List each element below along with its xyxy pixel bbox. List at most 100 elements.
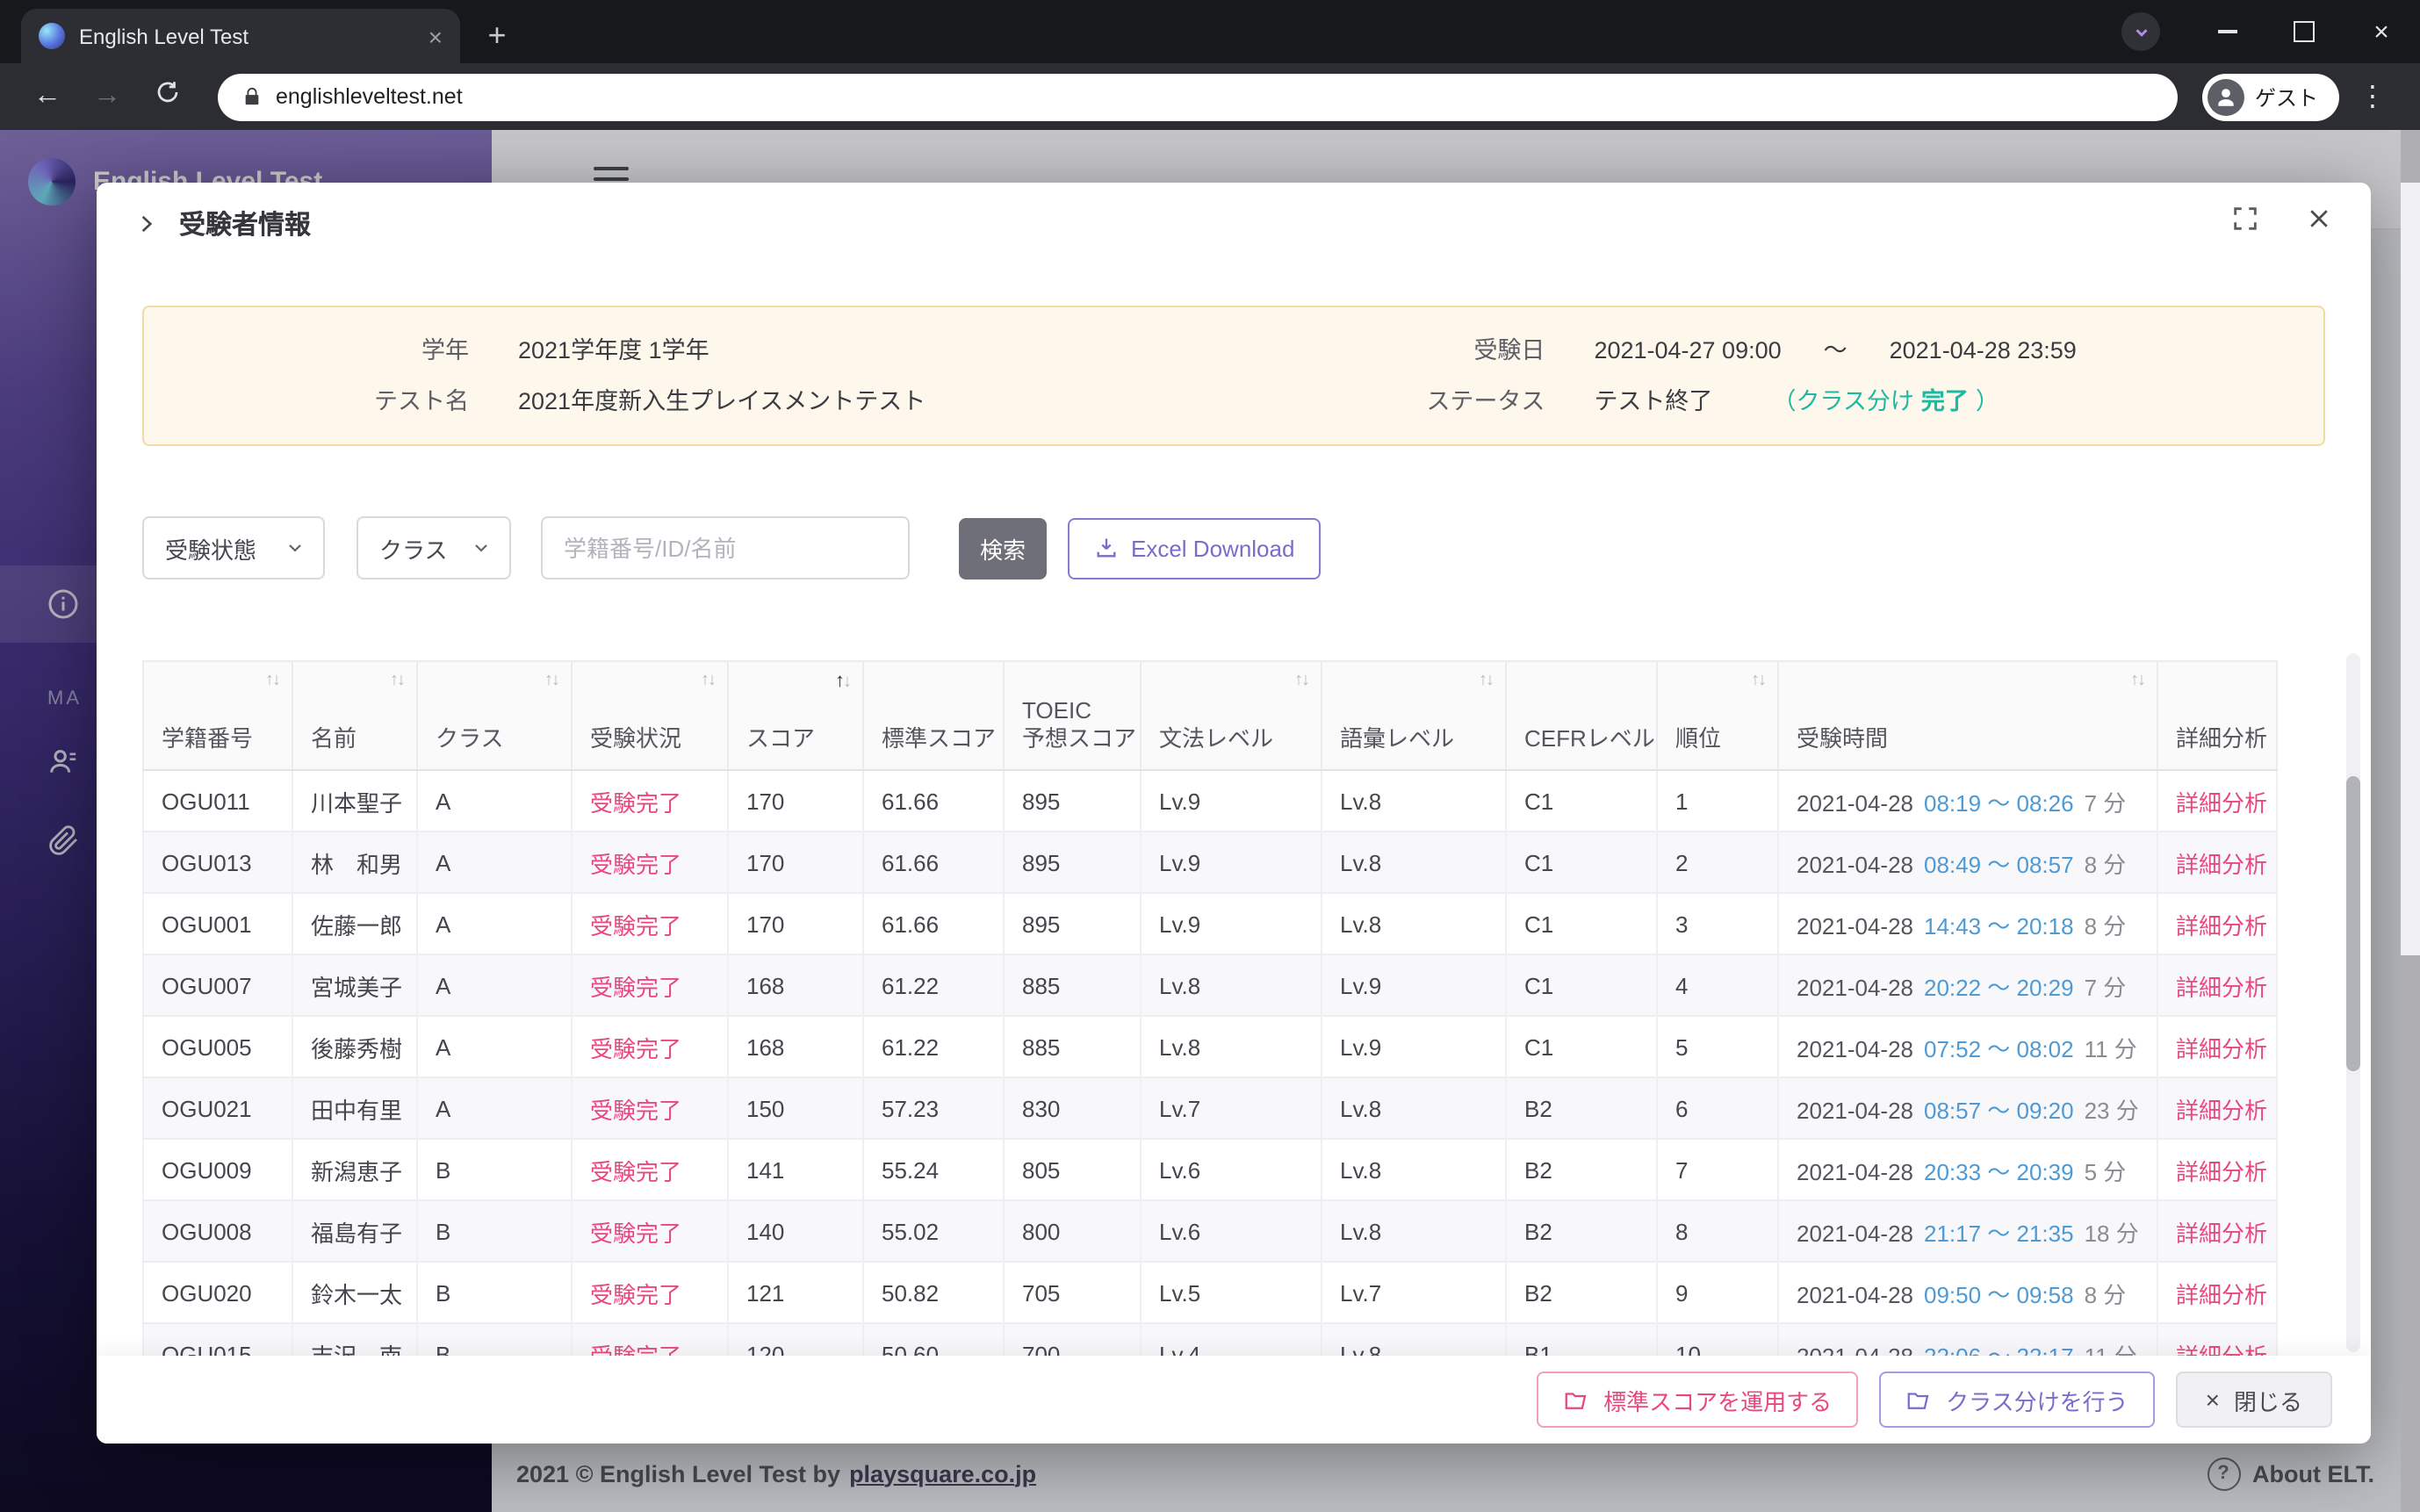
sort-asc-icon[interactable]: ↑ bbox=[2130, 671, 2137, 690]
detail-analysis-link[interactable]: 詳細分析 bbox=[2176, 974, 2267, 1000]
detail-analysis-link[interactable]: 詳細分析 bbox=[2176, 789, 2267, 816]
cell-std-score: 57.23 bbox=[863, 1077, 1004, 1139]
sort-asc-icon[interactable]: ↑ bbox=[835, 671, 843, 692]
sort-asc-icon[interactable]: ↑ bbox=[1294, 671, 1301, 690]
detail-analysis-link[interactable]: 詳細分析 bbox=[2176, 1281, 2267, 1307]
column-header[interactable]: ↑↓ 名前 bbox=[292, 661, 417, 770]
apply-standard-score-button[interactable]: 標準スコアを運用する bbox=[1537, 1372, 1858, 1428]
cell-std-score: 61.66 bbox=[863, 770, 1004, 832]
cell-rank: 2 bbox=[1657, 832, 1778, 893]
cell-std-score: 61.22 bbox=[863, 1016, 1004, 1077]
sort-desc-icon[interactable]: ↓ bbox=[272, 671, 279, 690]
cell-name: 田中有里 bbox=[292, 1077, 417, 1139]
modal-scrollbar-thumb[interactable] bbox=[2346, 776, 2360, 1071]
column-header[interactable]: ↑↓ 学籍番号 bbox=[143, 661, 292, 770]
column-header[interactable]: ↑↓ TOEIC 予想スコア bbox=[1004, 661, 1141, 770]
sort-desc-icon[interactable]: ↓ bbox=[1486, 671, 1493, 690]
table-row: OGU021 田中有里 A 受験完了 150 57.23 830 Lv.7 Lv… bbox=[143, 1077, 2277, 1139]
detail-analysis-link[interactable]: 詳細分析 bbox=[2176, 1158, 2267, 1184]
column-header[interactable]: ↑↓ スコア bbox=[728, 661, 863, 770]
sort-icons[interactable]: ↑↓ bbox=[544, 671, 558, 690]
browser-tab[interactable]: English Level Test × bbox=[21, 9, 460, 63]
cell-status: 受験完了 bbox=[572, 832, 728, 893]
minimize-button[interactable] bbox=[2188, 0, 2265, 63]
cell-class: A bbox=[417, 893, 572, 954]
detail-analysis-link[interactable]: 詳細分析 bbox=[2176, 1097, 2267, 1123]
modal-close-icon[interactable] bbox=[2306, 205, 2332, 241]
chevron-down-icon bbox=[471, 537, 492, 558]
close-modal-button[interactable]: × 閉じる bbox=[2176, 1372, 2332, 1428]
sort-asc-icon[interactable]: ↑ bbox=[544, 671, 551, 690]
modal-footer: 標準スコアを運用する クラス分けを行う × 閉じる bbox=[97, 1356, 2371, 1444]
sort-desc-icon[interactable]: ↓ bbox=[1301, 671, 1308, 690]
sort-asc-icon[interactable]: ↑ bbox=[265, 671, 272, 690]
detail-analysis-link[interactable]: 詳細分析 bbox=[2176, 1220, 2267, 1246]
new-tab-button[interactable]: + bbox=[474, 12, 520, 58]
sort-desc-icon[interactable]: ↓ bbox=[1758, 671, 1765, 690]
column-header[interactable]: ↑↓ 標準スコア bbox=[863, 661, 1004, 770]
keyword-input[interactable] bbox=[541, 516, 910, 580]
sort-icons[interactable]: ↑↓ bbox=[390, 671, 404, 690]
close-icon: × bbox=[2206, 1387, 2220, 1412]
sort-icons[interactable]: ↑↓ bbox=[835, 671, 850, 692]
window-close-button[interactable]: × bbox=[2343, 0, 2420, 63]
fullscreen-icon[interactable] bbox=[2230, 204, 2260, 242]
back-button[interactable]: ← bbox=[21, 81, 74, 112]
sort-desc-icon[interactable]: ↓ bbox=[397, 671, 404, 690]
sort-desc-icon[interactable]: ↓ bbox=[708, 671, 715, 690]
cell-name: 宮城美子 bbox=[292, 954, 417, 1016]
detail-analysis-link[interactable]: 詳細分析 bbox=[2176, 1035, 2267, 1062]
sort-asc-icon[interactable]: ↑ bbox=[701, 671, 708, 690]
maximize-button[interactable] bbox=[2265, 0, 2343, 63]
column-header[interactable]: ↑↓ 文法レベル bbox=[1141, 661, 1322, 770]
forward-button[interactable]: → bbox=[81, 81, 133, 112]
column-header[interactable]: ↑↓ 順位 bbox=[1657, 661, 1778, 770]
exam-date-value: 2021-04-27 09:00 ～ 2021-04-28 23:59 bbox=[1594, 328, 2076, 372]
cell-status: 受験完了 bbox=[572, 1077, 728, 1139]
tab-close-icon[interactable]: × bbox=[425, 20, 446, 52]
page-scrollbar[interactable] bbox=[2401, 130, 2420, 1512]
cell-grammar-level: Lv.7 bbox=[1141, 1077, 1322, 1139]
sort-icons[interactable]: ↑↓ bbox=[1479, 671, 1493, 690]
sort-icons[interactable]: ↑↓ bbox=[1294, 671, 1308, 690]
cell-rank: 9 bbox=[1657, 1262, 1778, 1323]
excel-download-button[interactable]: Excel Download bbox=[1068, 517, 1321, 579]
url-text: englishleveltest.net bbox=[276, 84, 463, 109]
cell-grammar-level: Lv.5 bbox=[1141, 1262, 1322, 1323]
sort-desc-icon[interactable]: ↓ bbox=[843, 673, 850, 692]
column-header[interactable]: ↑↓ CEFRレベル bbox=[1506, 661, 1657, 770]
sort-icons[interactable]: ↑↓ bbox=[701, 671, 715, 690]
sort-asc-icon[interactable]: ↑ bbox=[1751, 671, 1758, 690]
cell-detail: 詳細分析 bbox=[2157, 1139, 2277, 1200]
browser-menu-icon[interactable]: ⋮ bbox=[2346, 79, 2399, 114]
sort-icons[interactable]: ↑↓ bbox=[2130, 671, 2144, 690]
column-header[interactable]: ↑↓ 受験状況 bbox=[572, 661, 728, 770]
sort-desc-icon[interactable]: ↓ bbox=[551, 671, 558, 690]
sort-asc-icon[interactable]: ↑ bbox=[390, 671, 397, 690]
sort-asc-icon[interactable]: ↑ bbox=[1479, 671, 1486, 690]
column-header[interactable]: ↑↓ 詳細分析 bbox=[2157, 661, 2277, 770]
modal-scrollbar[interactable] bbox=[2346, 653, 2360, 1352]
cell-status: 受験完了 bbox=[572, 1016, 728, 1077]
column-header[interactable]: ↑↓ 語彙レベル bbox=[1322, 661, 1506, 770]
cell-student-id: OGU007 bbox=[143, 954, 292, 1016]
column-header[interactable]: ↑↓ クラス bbox=[417, 661, 572, 770]
address-bar[interactable]: englishleveltest.net bbox=[218, 73, 2178, 120]
divide-class-button[interactable]: クラス分けを行う bbox=[1879, 1372, 2155, 1428]
reload-button[interactable] bbox=[140, 79, 193, 114]
cell-toeic-score: 800 bbox=[1004, 1200, 1141, 1262]
sort-icons[interactable]: ↑↓ bbox=[265, 671, 279, 690]
exam-status-select[interactable]: 受験状態 bbox=[142, 516, 325, 580]
cell-rank: 4 bbox=[1657, 954, 1778, 1016]
sort-icons[interactable]: ↑↓ bbox=[1751, 671, 1765, 690]
detail-analysis-link[interactable]: 詳細分析 bbox=[2176, 851, 2267, 877]
page-scrollbar-thumb[interactable] bbox=[2401, 183, 2420, 955]
cell-vocab-level: Lv.8 bbox=[1322, 1139, 1506, 1200]
browser-update-badge-icon[interactable] bbox=[2121, 12, 2160, 51]
detail-analysis-link[interactable]: 詳細分析 bbox=[2176, 912, 2267, 939]
search-button[interactable]: 検索 bbox=[959, 517, 1047, 579]
sort-desc-icon[interactable]: ↓ bbox=[2137, 671, 2144, 690]
column-header[interactable]: ↑↓ 受験時間 bbox=[1778, 661, 2157, 770]
class-select[interactable]: クラス bbox=[357, 516, 511, 580]
profile-chip[interactable]: ゲスト bbox=[2202, 73, 2339, 120]
